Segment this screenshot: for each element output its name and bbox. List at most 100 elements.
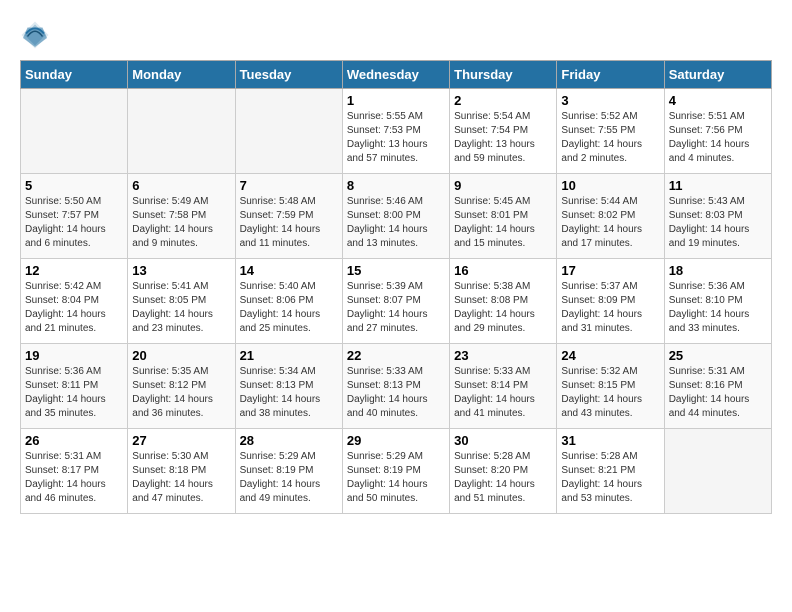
calendar-cell bbox=[21, 89, 128, 174]
calendar-cell: 28 Sunrise: 5:29 AMSunset: 8:19 PMDayligh… bbox=[235, 429, 342, 514]
day-info: Sunrise: 5:42 AMSunset: 8:04 PMDaylight:… bbox=[25, 280, 123, 336]
calendar-table: SundayMondayTuesdayWednesdayThursdayFrid… bbox=[20, 60, 772, 514]
day-info: Sunrise: 5:32 AMSunset: 8:15 PMDaylight:… bbox=[561, 365, 659, 421]
calendar-cell: 27 Sunrise: 5:30 AMSunset: 8:18 PMDayligh… bbox=[128, 429, 235, 514]
day-header-friday: Friday bbox=[557, 61, 664, 89]
day-number: 30 bbox=[454, 433, 552, 448]
day-info: Sunrise: 5:33 AMSunset: 8:13 PMDaylight:… bbox=[347, 365, 445, 421]
day-info: Sunrise: 5:46 AMSunset: 8:00 PMDaylight:… bbox=[347, 195, 445, 251]
day-header-sunday: Sunday bbox=[21, 61, 128, 89]
day-info: Sunrise: 5:30 AMSunset: 8:18 PMDaylight:… bbox=[132, 450, 230, 506]
day-info: Sunrise: 5:37 AMSunset: 8:09 PMDaylight:… bbox=[561, 280, 659, 336]
day-info: Sunrise: 5:34 AMSunset: 8:13 PMDaylight:… bbox=[240, 365, 338, 421]
calendar-cell: 12 Sunrise: 5:42 AMSunset: 8:04 PMDayligh… bbox=[21, 259, 128, 344]
calendar-cell: 24 Sunrise: 5:32 AMSunset: 8:15 PMDayligh… bbox=[557, 344, 664, 429]
day-number: 7 bbox=[240, 178, 338, 193]
day-header-wednesday: Wednesday bbox=[342, 61, 449, 89]
calendar-header-row: SundayMondayTuesdayWednesdayThursdayFrid… bbox=[21, 61, 772, 89]
day-info: Sunrise: 5:43 AMSunset: 8:03 PMDaylight:… bbox=[669, 195, 767, 251]
calendar-cell: 5 Sunrise: 5:50 AMSunset: 7:57 PMDaylight… bbox=[21, 174, 128, 259]
calendar-cell: 21Sunrise: 5:34 AMSunset: 8:13 PMDayligh… bbox=[235, 344, 342, 429]
day-header-saturday: Saturday bbox=[664, 61, 771, 89]
day-info: Sunrise: 5:28 AMSunset: 8:21 PMDaylight:… bbox=[561, 450, 659, 506]
day-info: Sunrise: 5:40 AMSunset: 8:06 PMDaylight:… bbox=[240, 280, 338, 336]
calendar-cell: 19 Sunrise: 5:36 AMSunset: 8:11 PMDayligh… bbox=[21, 344, 128, 429]
day-number: 19 bbox=[25, 348, 123, 363]
day-number: 16 bbox=[454, 263, 552, 278]
day-info: Sunrise: 5:31 AMSunset: 8:16 PMDaylight:… bbox=[669, 365, 767, 421]
calendar-cell: 20 Sunrise: 5:35 AMSunset: 8:12 PMDayligh… bbox=[128, 344, 235, 429]
calendar-week-2: 5 Sunrise: 5:50 AMSunset: 7:57 PMDaylight… bbox=[21, 174, 772, 259]
day-header-thursday: Thursday bbox=[450, 61, 557, 89]
calendar-cell: 6Sunrise: 5:49 AMSunset: 7:58 PMDaylight… bbox=[128, 174, 235, 259]
day-number: 1 bbox=[347, 93, 445, 108]
day-info: Sunrise: 5:31 AMSunset: 8:17 PMDaylight:… bbox=[25, 450, 123, 506]
day-number: 24 bbox=[561, 348, 659, 363]
day-number: 28 bbox=[240, 433, 338, 448]
calendar-week-5: 26Sunrise: 5:31 AMSunset: 8:17 PMDayligh… bbox=[21, 429, 772, 514]
day-number: 18 bbox=[669, 263, 767, 278]
day-info: Sunrise: 5:33 AMSunset: 8:14 PMDaylight:… bbox=[454, 365, 552, 421]
calendar-cell bbox=[235, 89, 342, 174]
day-info: Sunrise: 5:54 AMSunset: 7:54 PMDaylight:… bbox=[454, 110, 552, 166]
day-info: Sunrise: 5:50 AMSunset: 7:57 PMDaylight:… bbox=[25, 195, 123, 251]
calendar-cell bbox=[128, 89, 235, 174]
day-number: 27 bbox=[132, 433, 230, 448]
day-number: 5 bbox=[25, 178, 123, 193]
day-number: 31 bbox=[561, 433, 659, 448]
logo bbox=[20, 20, 54, 50]
calendar-cell: 7 Sunrise: 5:48 AMSunset: 7:59 PMDaylight… bbox=[235, 174, 342, 259]
calendar-cell: 30 Sunrise: 5:28 AMSunset: 8:20 PMDayligh… bbox=[450, 429, 557, 514]
day-info: Sunrise: 5:36 AMSunset: 8:11 PMDaylight:… bbox=[25, 365, 123, 421]
day-number: 17 bbox=[561, 263, 659, 278]
day-info: Sunrise: 5:49 AMSunset: 7:58 PMDaylight:… bbox=[132, 195, 230, 251]
day-header-monday: Monday bbox=[128, 61, 235, 89]
calendar-cell bbox=[664, 429, 771, 514]
day-info: Sunrise: 5:29 AMSunset: 8:19 PMDaylight:… bbox=[240, 450, 338, 506]
calendar-cell: 31 Sunrise: 5:28 AMSunset: 8:21 PMDayligh… bbox=[557, 429, 664, 514]
day-number: 22 bbox=[347, 348, 445, 363]
page-header bbox=[20, 20, 772, 50]
calendar-cell: 9 Sunrise: 5:45 AMSunset: 8:01 PMDaylight… bbox=[450, 174, 557, 259]
day-number: 4 bbox=[669, 93, 767, 108]
logo-icon bbox=[20, 20, 50, 50]
day-header-tuesday: Tuesday bbox=[235, 61, 342, 89]
calendar-cell: 1 Sunrise: 5:55 AMSunset: 7:53 PMDaylight… bbox=[342, 89, 449, 174]
calendar-cell: 22 Sunrise: 5:33 AMSunset: 8:13 PMDayligh… bbox=[342, 344, 449, 429]
day-info: Sunrise: 5:52 AMSunset: 7:55 PMDaylight:… bbox=[561, 110, 659, 166]
calendar-cell: 25 Sunrise: 5:31 AMSunset: 8:16 PMDayligh… bbox=[664, 344, 771, 429]
day-number: 13 bbox=[132, 263, 230, 278]
calendar-cell: 2 Sunrise: 5:54 AMSunset: 7:54 PMDaylight… bbox=[450, 89, 557, 174]
day-number: 12 bbox=[25, 263, 123, 278]
day-number: 2 bbox=[454, 93, 552, 108]
calendar-cell: 3 Sunrise: 5:52 AMSunset: 7:55 PMDaylight… bbox=[557, 89, 664, 174]
day-info: Sunrise: 5:29 AMSunset: 8:19 PMDaylight:… bbox=[347, 450, 445, 506]
calendar-cell: 26Sunrise: 5:31 AMSunset: 8:17 PMDayligh… bbox=[21, 429, 128, 514]
day-info: Sunrise: 5:45 AMSunset: 8:01 PMDaylight:… bbox=[454, 195, 552, 251]
calendar-cell: 15 Sunrise: 5:39 AMSunset: 8:07 PMDayligh… bbox=[342, 259, 449, 344]
day-info: Sunrise: 5:44 AMSunset: 8:02 PMDaylight:… bbox=[561, 195, 659, 251]
day-number: 11 bbox=[669, 178, 767, 193]
day-number: 9 bbox=[454, 178, 552, 193]
day-number: 15 bbox=[347, 263, 445, 278]
calendar-cell: 13 Sunrise: 5:41 AMSunset: 8:05 PMDayligh… bbox=[128, 259, 235, 344]
day-number: 14 bbox=[240, 263, 338, 278]
day-number: 3 bbox=[561, 93, 659, 108]
day-number: 23 bbox=[454, 348, 552, 363]
calendar-week-4: 19 Sunrise: 5:36 AMSunset: 8:11 PMDayligh… bbox=[21, 344, 772, 429]
day-number: 20 bbox=[132, 348, 230, 363]
calendar-cell: 18Sunrise: 5:36 AMSunset: 8:10 PMDayligh… bbox=[664, 259, 771, 344]
calendar-week-3: 12 Sunrise: 5:42 AMSunset: 8:04 PMDayligh… bbox=[21, 259, 772, 344]
day-info: Sunrise: 5:28 AMSunset: 8:20 PMDaylight:… bbox=[454, 450, 552, 506]
day-info: Sunrise: 5:39 AMSunset: 8:07 PMDaylight:… bbox=[347, 280, 445, 336]
calendar-cell: 29Sunrise: 5:29 AMSunset: 8:19 PMDayligh… bbox=[342, 429, 449, 514]
day-number: 8 bbox=[347, 178, 445, 193]
day-info: Sunrise: 5:35 AMSunset: 8:12 PMDaylight:… bbox=[132, 365, 230, 421]
day-info: Sunrise: 5:55 AMSunset: 7:53 PMDaylight:… bbox=[347, 110, 445, 166]
calendar-cell: 14 Sunrise: 5:40 AMSunset: 8:06 PMDayligh… bbox=[235, 259, 342, 344]
day-info: Sunrise: 5:38 AMSunset: 8:08 PMDaylight:… bbox=[454, 280, 552, 336]
day-info: Sunrise: 5:48 AMSunset: 7:59 PMDaylight:… bbox=[240, 195, 338, 251]
day-number: 25 bbox=[669, 348, 767, 363]
calendar-cell: 17 Sunrise: 5:37 AMSunset: 8:09 PMDayligh… bbox=[557, 259, 664, 344]
day-info: Sunrise: 5:41 AMSunset: 8:05 PMDaylight:… bbox=[132, 280, 230, 336]
